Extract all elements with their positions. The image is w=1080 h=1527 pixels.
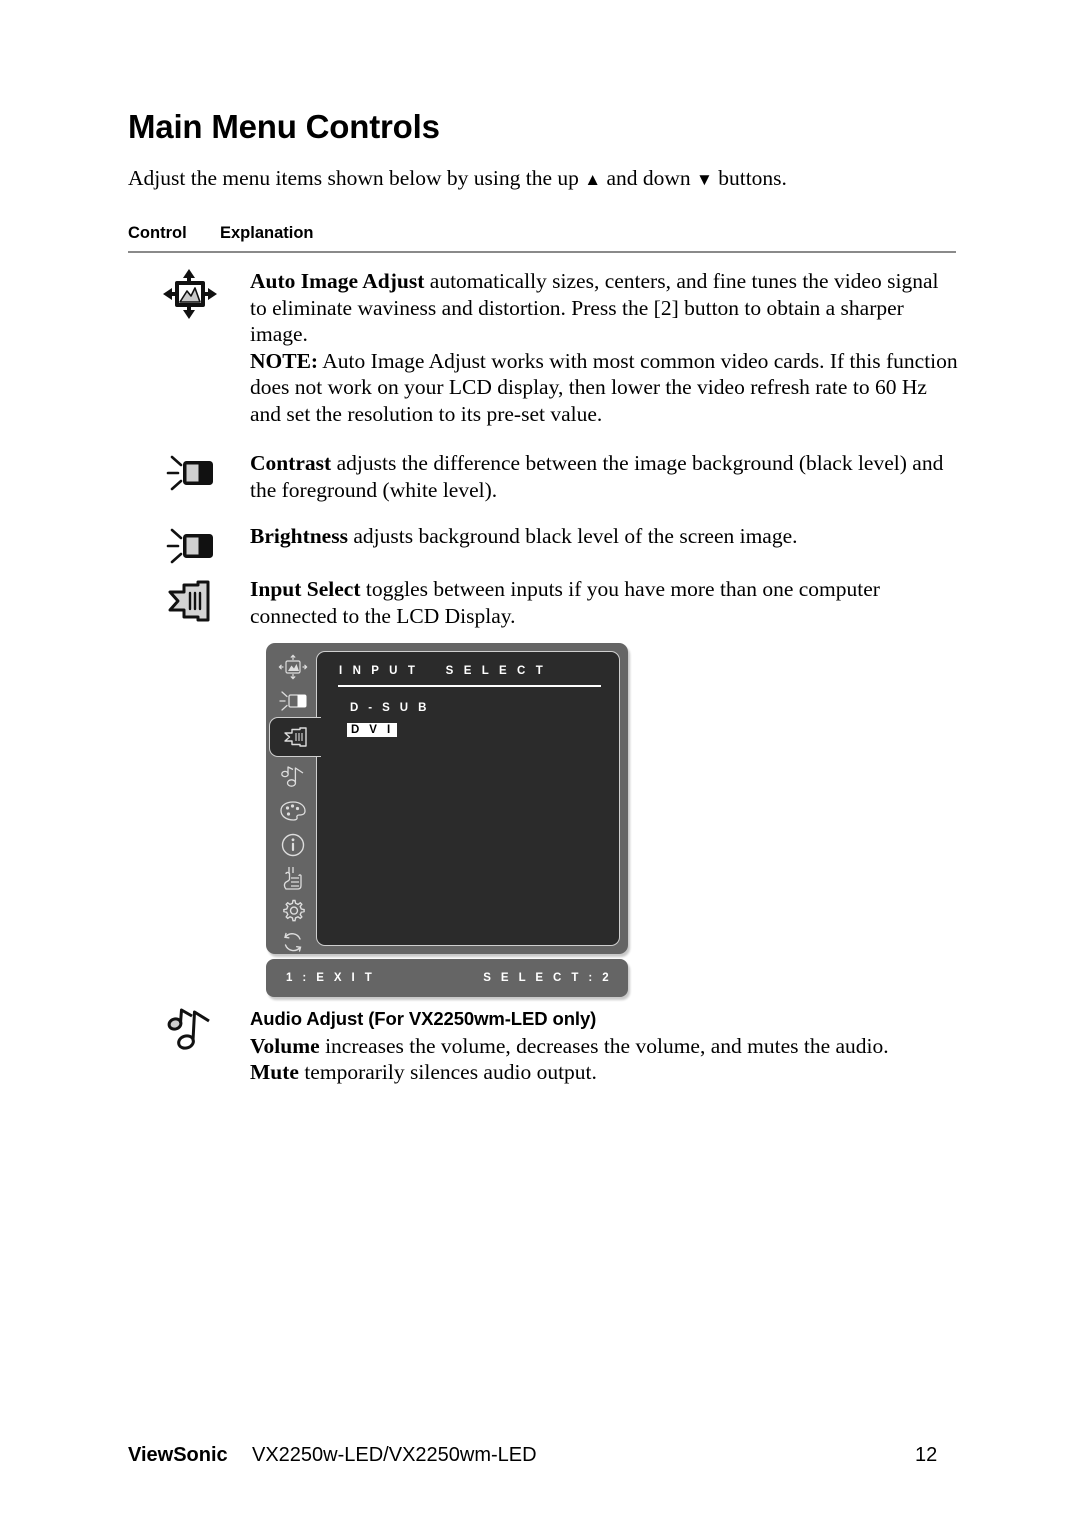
osd-sidebar-item-memory-recall[interactable] [273,927,313,959]
audio-adjust-text: Audio Adjust (For VX2250wm-LED only) Vol… [250,1005,958,1086]
osd-sidebar-item-auto-image-adjust[interactable] [273,651,313,683]
information-icon [281,833,305,857]
intro-text-after: buttons. [712,166,787,190]
mute-body: temporarily silences audio output. [298,1060,597,1084]
audio-adjust-icon [281,766,304,787]
brightness-body: adjusts background black level of the sc… [347,524,798,548]
mute-term: Mute [250,1060,299,1084]
down-arrow-glyph: ▼ [696,170,713,189]
auto-image-adjust-text: Auto Image Adjust automatically sizes, c… [250,268,958,427]
osd-exit-hint[interactable]: 1 : E X I T [286,972,375,984]
auto-image-adjust-note-body: Auto Image Adjust works with most common… [250,348,958,426]
color-adjust-icon [280,801,306,821]
audio-adjust-title: Audio Adjust (For VX2250wm-LED only) [250,1008,597,1029]
contrast-text: Contrast adjusts the difference between … [250,450,958,503]
intro-text-middle: and down [601,166,697,190]
manual-image-adjust-icon [283,867,302,890]
header-divider [128,251,956,253]
osd-sidebar [266,643,321,954]
table-header: Control Explanation [128,224,958,243]
footer-brand: ViewSonic [128,1444,228,1466]
osd-window: I N P U T S E L E C T D - S U B D V I [266,643,628,954]
memory-recall-icon [284,932,302,952]
osd-sidebar-item-setup-menu[interactable] [273,895,313,927]
auto-image-adjust-term: Auto Image Adjust [250,269,425,293]
osd-sidebar-item-input-select[interactable] [269,717,321,757]
document-page: Main Menu Controls Adjust the menu items… [0,0,1080,1527]
input-select-icon [162,576,224,632]
column-header-control: Control [128,224,187,242]
osd-footer-bar: 1 : E X I T S E L E C T : 2 [266,959,628,997]
contrast-brightness-icon [279,691,307,711]
osd-sidebar-item-manual-image-adjust[interactable] [273,863,313,895]
osd-screenshot: I N P U T S E L E C T D - S U B D V I 1 … [266,643,628,997]
input-select-icon [283,727,307,747]
osd-sidebar-item-color-adjust[interactable] [273,795,313,827]
volume-body: increases the volume, decreases the volu… [319,1033,889,1058]
osd-select-hint[interactable]: S E L E C T : 2 [483,972,612,984]
osd-menu-item-dvi[interactable]: D V I [347,723,397,737]
footer-model: VX2250w-LED/VX2250wm-LED [252,1444,537,1466]
contrast-body: adjusts the difference between the image… [250,451,944,502]
osd-heading: I N P U T S E L E C T [339,665,547,677]
brightness-text: Brightness adjusts background black leve… [250,523,958,550]
osd-content-panel: I N P U T S E L E C T D - S U B D V I [316,651,620,946]
brightness-term: Brightness [250,524,348,548]
footer-page-number: 12 [915,1444,938,1466]
input-select-text: Input Select toggles between inputs if y… [250,576,958,629]
input-select-term: Input Select [250,577,361,601]
osd-sidebar-item-contrast-brightness[interactable] [273,685,313,717]
intro-paragraph: Adjust the menu items shown below by usi… [128,165,958,193]
column-header-explanation: Explanation [220,224,314,242]
contrast-icon [162,450,224,506]
auto-image-adjust-icon [278,654,308,680]
contrast-term: Contrast [250,451,332,475]
auto-image-adjust-icon [162,268,224,324]
volume-term: Volume [250,1033,320,1058]
osd-sidebar-item-information[interactable] [273,829,313,861]
page-title: Main Menu Controls [128,108,440,145]
setup-menu-icon [283,899,305,922]
auto-image-adjust-note-label: NOTE: [250,348,319,373]
brightness-icon [162,523,224,579]
osd-menu-item-d-sub[interactable]: D - S U B [350,702,430,714]
audio-adjust-icon [162,1005,224,1061]
osd-sidebar-item-audio-adjust[interactable] [273,761,313,793]
up-arrow-glyph: ▲ [584,170,602,189]
intro-text-before: Adjust the menu items shown below by usi… [128,166,585,190]
osd-heading-divider [338,685,601,687]
